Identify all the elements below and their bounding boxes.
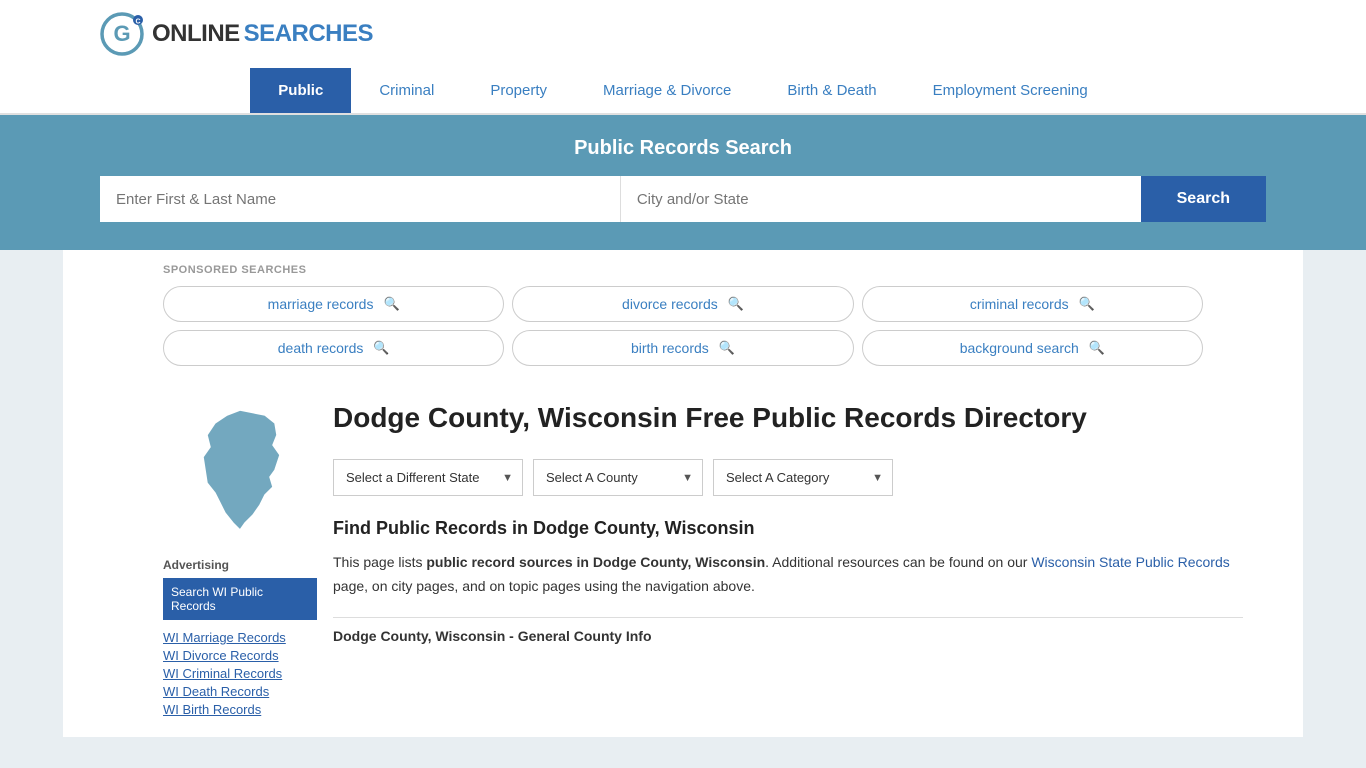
search-icon-1: 🔍 xyxy=(383,296,399,312)
search-banner: Public Records Search Search xyxy=(0,115,1366,250)
logo: G C ONLINE SEARCHES xyxy=(100,12,373,56)
sponsored-label: SPONSORED SEARCHES xyxy=(163,264,1203,276)
main-content: Dodge County, Wisconsin Free Public Reco… xyxy=(333,380,1243,717)
search-tag-background[interactable]: background search 🔍 xyxy=(862,330,1203,366)
find-desc-2: . Additional resources can be found on o… xyxy=(765,554,1031,570)
background-tag-text: background search xyxy=(960,340,1079,356)
sidebar-ad-button[interactable]: Search WI Public Records xyxy=(163,578,317,620)
county-dropdown-wrapper: Select A County ▼ xyxy=(533,459,703,496)
sidebar-link-divorce[interactable]: WI Divorce Records xyxy=(163,648,317,663)
birth-tag-text: birth records xyxy=(631,340,709,356)
general-info-text: Dodge County, Wisconsin - General County… xyxy=(333,628,652,644)
search-tag-birth[interactable]: birth records 🔍 xyxy=(512,330,853,366)
sidebar-link-birth[interactable]: WI Birth Records xyxy=(163,702,317,717)
category-dropdown-wrapper: Select A Category ▼ xyxy=(713,459,893,496)
name-input[interactable] xyxy=(100,176,621,222)
search-button[interactable]: Search xyxy=(1141,176,1266,222)
search-icon-6: 🔍 xyxy=(1089,340,1105,356)
general-info-bar: Dodge County, Wisconsin - General County… xyxy=(333,617,1243,644)
state-map-container xyxy=(163,400,317,550)
search-icon-3: 🔍 xyxy=(1079,296,1095,312)
body-section: Advertising Search WI Public Records WI … xyxy=(63,380,1303,737)
svg-text:G: G xyxy=(113,21,130,46)
nav-item-employment[interactable]: Employment Screening xyxy=(905,68,1116,113)
wisconsin-map xyxy=(185,405,295,545)
sidebar-link-death[interactable]: WI Death Records xyxy=(163,684,317,699)
nav-item-birth-death[interactable]: Birth & Death xyxy=(759,68,904,113)
sidebar-links: WI Marriage Records WI Divorce Records W… xyxy=(163,630,317,717)
divorce-tag-text: divorce records xyxy=(622,296,718,312)
search-tag-death[interactable]: death records 🔍 xyxy=(163,330,504,366)
logo-icon: G C xyxy=(100,12,144,56)
death-tag-text: death records xyxy=(278,340,364,356)
nav-item-property[interactable]: Property xyxy=(462,68,575,113)
search-tags-grid: marriage records 🔍 divorce records 🔍 cri… xyxy=(163,286,1203,366)
nav-item-criminal[interactable]: Criminal xyxy=(351,68,462,113)
search-tag-criminal[interactable]: criminal records 🔍 xyxy=(862,286,1203,322)
county-title: Dodge County, Wisconsin Free Public Reco… xyxy=(333,400,1243,435)
logo-text: ONLINE SEARCHES xyxy=(152,20,373,48)
dropdowns-row: Select a Different State ▼ Select A Coun… xyxy=(333,459,1243,496)
header: G C ONLINE SEARCHES xyxy=(0,0,1366,68)
search-icon-2: 🔍 xyxy=(728,296,744,312)
find-desc-3: page, on city pages, and on topic pages … xyxy=(333,578,755,594)
main-nav: Public Criminal Property Marriage & Divo… xyxy=(0,68,1366,115)
find-desc-bold: public record sources in Dodge County, W… xyxy=(426,554,765,570)
sponsored-section: SPONSORED SEARCHES marriage records 🔍 di… xyxy=(63,250,1303,380)
sidebar-ad-label: Advertising xyxy=(163,558,317,572)
sidebar-link-marriage[interactable]: WI Marriage Records xyxy=(163,630,317,645)
nav-item-public[interactable]: Public xyxy=(250,68,351,113)
sidebar-link-criminal[interactable]: WI Criminal Records xyxy=(163,666,317,681)
content-wrapper: SPONSORED SEARCHES marriage records 🔍 di… xyxy=(63,250,1303,737)
search-icon-5: 🔍 xyxy=(719,340,735,356)
search-icon-4: 🔍 xyxy=(373,340,389,356)
state-dropdown[interactable]: Select a Different State xyxy=(333,459,523,496)
location-input[interactable] xyxy=(621,176,1141,222)
svg-text:C: C xyxy=(135,19,140,26)
find-title: Find Public Records in Dodge County, Wis… xyxy=(333,518,1243,539)
search-tag-marriage[interactable]: marriage records 🔍 xyxy=(163,286,504,322)
logo-searches: SEARCHES xyxy=(244,20,373,48)
find-description: This page lists public record sources in… xyxy=(333,551,1243,599)
county-dropdown[interactable]: Select A County xyxy=(533,459,703,496)
search-tag-divorce[interactable]: divorce records 🔍 xyxy=(512,286,853,322)
search-form: Search xyxy=(100,176,1266,222)
find-link[interactable]: Wisconsin State Public Records xyxy=(1031,554,1229,570)
banner-title: Public Records Search xyxy=(100,137,1266,160)
sidebar-advertising: Advertising Search WI Public Records WI … xyxy=(163,558,317,717)
sidebar: Advertising Search WI Public Records WI … xyxy=(163,380,333,717)
nav-item-marriage-divorce[interactable]: Marriage & Divorce xyxy=(575,68,759,113)
criminal-tag-text: criminal records xyxy=(970,296,1069,312)
logo-online: ONLINE xyxy=(152,20,240,48)
category-dropdown[interactable]: Select A Category xyxy=(713,459,893,496)
marriage-tag-text: marriage records xyxy=(268,296,374,312)
find-desc-1: This page lists xyxy=(333,554,426,570)
state-dropdown-wrapper: Select a Different State ▼ xyxy=(333,459,523,496)
